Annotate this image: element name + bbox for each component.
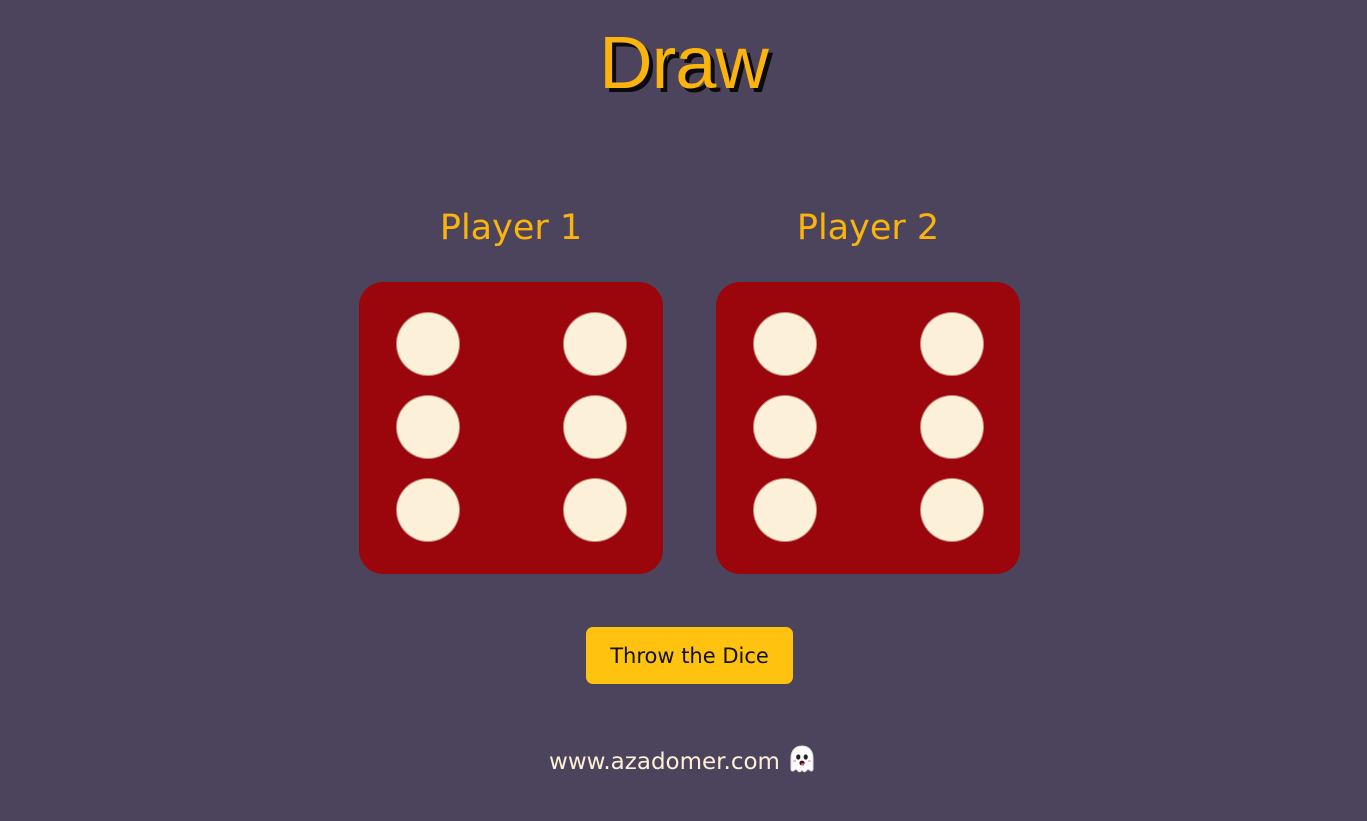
footer: www.azadomer.com xyxy=(0,740,1367,790)
ghost-icon xyxy=(786,743,818,790)
die-pip xyxy=(564,313,626,375)
die-pip xyxy=(564,396,626,458)
die-pip xyxy=(397,479,459,541)
die-pip xyxy=(921,479,983,541)
die-pip xyxy=(397,396,459,458)
die-pip xyxy=(754,396,816,458)
die-pip xyxy=(921,313,983,375)
die-pip xyxy=(754,479,816,541)
player-1-label: Player 1 xyxy=(439,208,583,248)
result-title: Draw xyxy=(599,21,769,104)
die-pip xyxy=(921,396,983,458)
player-2-panel: Player 2 xyxy=(716,200,1020,574)
die-pip xyxy=(754,313,816,375)
die-pip xyxy=(397,313,459,375)
player-1-panel: Player 1 xyxy=(359,200,663,574)
player-1-die xyxy=(359,282,663,574)
site-link[interactable]: www.azadomer.com xyxy=(549,749,780,775)
player-2-label: Player 2 xyxy=(796,208,940,248)
die-pip xyxy=(564,479,626,541)
throw-dice-button[interactable]: Throw the Dice xyxy=(586,627,793,684)
player-2-die xyxy=(716,282,1020,574)
